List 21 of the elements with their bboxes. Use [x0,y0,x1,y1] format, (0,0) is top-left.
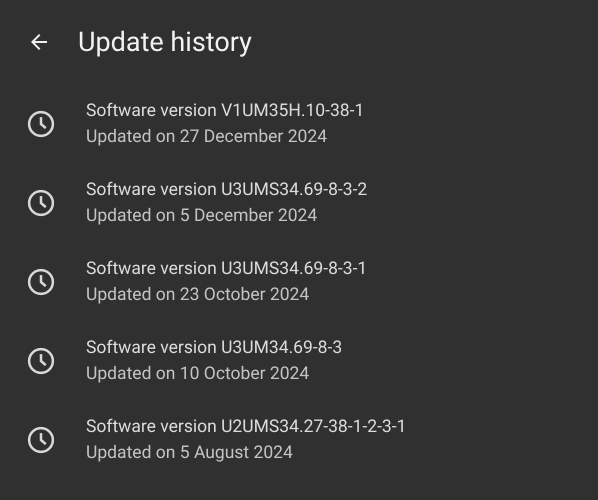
clock-icon [26,424,56,454]
clock-icon [26,188,56,218]
version-text: Software version U3UMS34.69-8-3-2 [86,178,368,202]
version-text: Software version V1UM35H.10-38-1 [86,100,364,122]
update-item[interactable]: Software version U3UM34.69-8-3 Updated on 10 October 2024 [0,321,598,400]
update-date: Updated on 5 August 2024 [86,442,294,464]
clock-icon [26,108,56,138]
update-item[interactable]: Software version U3UMS34.69-8-3-1 Updated on 23 October 2024 [0,242,598,321]
version-text: Software version U3UM34.69-8-3 [86,336,342,360]
update-item[interactable]: Software version V1UM35H.10-38-1 Updated on 27 December 2024 [0,84,598,163]
update-date: Updated on 10 October 2024 [86,362,310,386]
version-text: Software version U2UMS34.27-38-1-2-3-1 [86,416,406,438]
update-date: Updated on 27 December 2024 [86,126,328,148]
update-item[interactable]: Software version U3UMS34.69-8-3-2 Updated on 5 December 2024 [0,163,598,242]
update-item[interactable]: Software version U2UMS34.27-38-1-2-3-1 Updated on 5 August 2024 [0,400,598,479]
clock-icon [26,266,56,296]
update-date: Updated on 23 October 2024 [86,284,310,306]
page-title: Update history [78,24,252,60]
clock-icon [26,346,56,376]
update-date: Updated on 5 December 2024 [86,204,318,228]
version-text: Software version U3UMS34.69-8-3-1 [86,258,368,280]
